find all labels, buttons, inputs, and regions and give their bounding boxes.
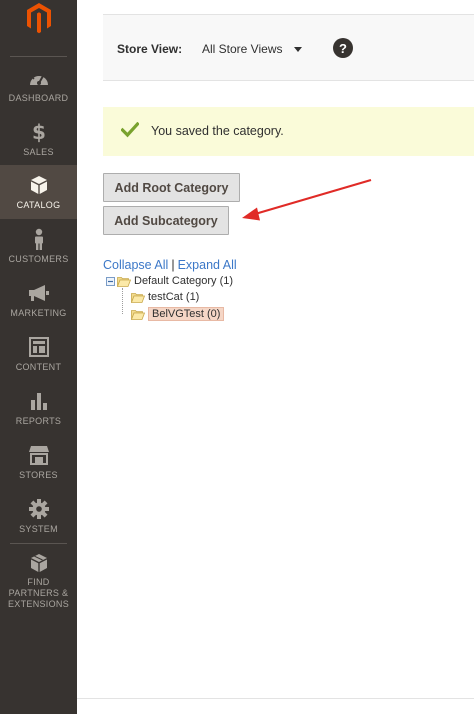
sidebar-item-label: CONTENT: [15, 362, 62, 372]
svg-text:$: $: [32, 121, 46, 143]
store-view-dropdown[interactable]: All Store Views: [202, 42, 303, 56]
store-view-selected: All Store Views: [202, 42, 283, 56]
tree-controls-separator: |: [171, 258, 175, 272]
cubes-icon: [28, 553, 50, 573]
main-content: Store View: All Store Views ? You saved …: [77, 0, 474, 714]
storefront-icon: [28, 444, 50, 466]
dollar-icon: $: [28, 121, 50, 143]
open-folder-icon: [131, 309, 145, 320]
magento-logo[interactable]: [0, 0, 77, 56]
sidebar-item-content[interactable]: CONTENT: [0, 327, 77, 381]
tree-node-label: Default Category (1): [134, 275, 234, 287]
tree-node-default-category[interactable]: Default Category (1): [106, 275, 233, 287]
checkmark-icon: [121, 122, 139, 138]
sidebar-item-reports[interactable]: REPORTS: [0, 381, 77, 435]
open-folder-icon: [131, 292, 145, 303]
layout-icon: [28, 336, 50, 358]
collapse-all-link[interactable]: Collapse All: [103, 258, 168, 272]
magento-logo-icon: [26, 3, 51, 34]
megaphone-icon: [28, 282, 50, 304]
sidebar-item-catalog[interactable]: CATALOG: [0, 165, 77, 219]
sidebar-item-partners[interactable]: FIND PARTNERS & EXTENSIONS: [0, 544, 77, 609]
box-icon: [28, 174, 50, 196]
add-subcategory-button[interactable]: Add Subcategory: [103, 206, 229, 235]
bar-chart-icon: [28, 390, 50, 412]
sidebar-item-label: CUSTOMERS: [8, 254, 69, 264]
store-switcher-bar: Store View: All Store Views ?: [103, 14, 474, 81]
tree-node-label: BelVGTest (0): [148, 307, 225, 321]
success-message-text: You saved the category.: [151, 124, 284, 138]
gear-icon: [28, 498, 50, 520]
sidebar-item-marketing[interactable]: MARKETING: [0, 273, 77, 327]
dashboard-icon: [28, 67, 50, 89]
tree-guide-line: [122, 288, 123, 314]
tree-node-belvgtest[interactable]: BelVGTest (0): [131, 307, 225, 321]
sidebar-item-label: MARKETING: [10, 308, 67, 318]
sidebar-item-label: CATALOG: [16, 200, 61, 210]
help-icon[interactable]: ?: [333, 38, 353, 58]
sidebar-item-sales[interactable]: $ SALES: [0, 112, 77, 166]
person-icon: [28, 228, 50, 250]
add-root-category-button[interactable]: Add Root Category: [103, 173, 240, 202]
expand-all-link[interactable]: Expand All: [178, 258, 237, 272]
tree-controls: Collapse All | Expand All: [103, 258, 237, 272]
sidebar-item-label: SYSTEM: [19, 524, 58, 534]
sidebar-item-stores[interactable]: STORES: [0, 435, 77, 489]
tree-node-label: testCat (1): [148, 291, 200, 303]
footer-divider: [77, 698, 474, 699]
store-view-label: Store View:: [117, 42, 183, 56]
open-folder-icon: [117, 276, 131, 287]
collapse-toggle-icon[interactable]: [106, 276, 115, 286]
admin-sidebar: DASHBOARD $ SALES CATALOG CUSTOMERS MARK…: [0, 0, 77, 714]
sidebar-item-label: SALES: [23, 147, 54, 157]
tree-node-testcat[interactable]: testCat (1): [131, 291, 199, 303]
chevron-down-icon: [294, 47, 303, 52]
sidebar-item-label: DASHBOARD: [8, 93, 69, 103]
success-message: You saved the category.: [103, 107, 474, 156]
sidebar-item-customers[interactable]: CUSTOMERS: [0, 219, 77, 273]
sidebar-item-label: REPORTS: [15, 416, 62, 426]
sidebar-divider: [10, 56, 67, 57]
sidebar-item-system[interactable]: SYSTEM: [0, 489, 77, 543]
sidebar-item-label: FIND PARTNERS & EXTENSIONS: [7, 577, 69, 609]
sidebar-item-label: STORES: [19, 470, 58, 480]
sidebar-item-dashboard[interactable]: DASHBOARD: [0, 58, 77, 112]
